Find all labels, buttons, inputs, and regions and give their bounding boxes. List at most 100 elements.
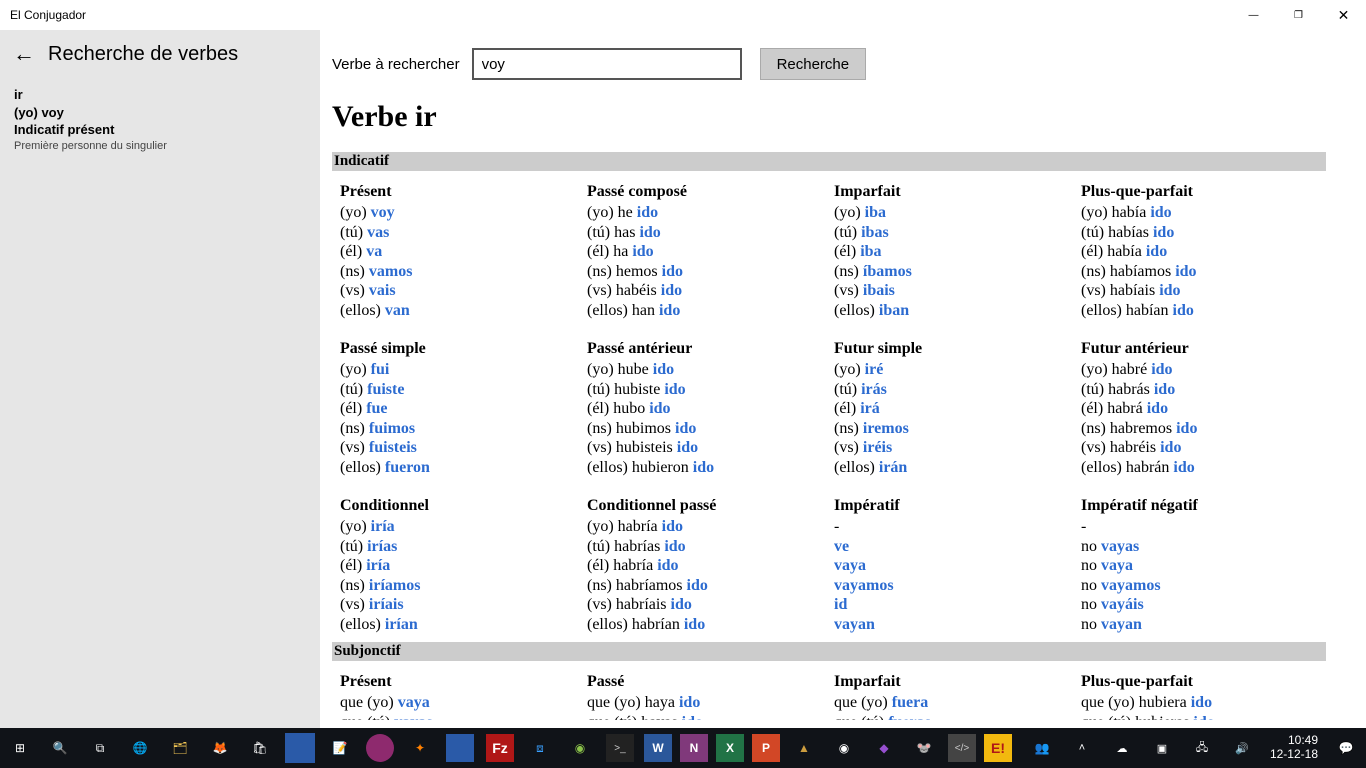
elconjugador-icon[interactable]: E! bbox=[984, 734, 1012, 762]
tray-app-icon[interactable]: ▣ bbox=[1142, 728, 1182, 768]
conjugation-line: (vs) habréis ido bbox=[1081, 438, 1318, 458]
conjugation-line: id bbox=[834, 595, 1071, 615]
tense-title: Impératif bbox=[834, 497, 1071, 515]
conjugation-line: que (yo) hubiera ido bbox=[1081, 693, 1318, 713]
tense-title: Imparfait bbox=[834, 673, 1071, 691]
minimize-button[interactable]: — bbox=[1231, 0, 1276, 30]
conjugation-line: (yo) había ido bbox=[1081, 203, 1318, 223]
tray-volume-icon[interactable]: 🔊 bbox=[1222, 728, 1262, 768]
app-icon-7[interactable]: </> bbox=[948, 734, 976, 762]
app-icon-6[interactable]: 🐭 bbox=[904, 728, 944, 768]
explorer-icon[interactable]: 🗂 bbox=[160, 728, 200, 768]
store-icon[interactable]: 🛍 bbox=[240, 728, 280, 768]
close-button[interactable]: ✕ bbox=[1321, 0, 1366, 30]
tense-title: Futur simple bbox=[834, 340, 1071, 358]
conjugation-line: (vs) habríais ido bbox=[587, 595, 824, 615]
search-input[interactable] bbox=[472, 48, 742, 80]
conjugation-line: que (tú) fueras bbox=[834, 713, 1071, 720]
conjugation-line: (él) va bbox=[340, 242, 577, 262]
conjugation-line: (vs) habéis ido bbox=[587, 281, 824, 301]
dropbox-icon[interactable]: ⧈ bbox=[520, 728, 560, 768]
tense-title: Plus-que-parfait bbox=[1081, 183, 1318, 201]
word-icon[interactable]: W bbox=[644, 734, 672, 762]
back-button[interactable]: ← bbox=[0, 41, 48, 67]
taskbar[interactable]: ⊞ 🔍 ⧉ 🌐 🗂 🦊 🛍 📝 ✦ Fz ⧈ ◉ >_ W N X P ▲ ◉ … bbox=[0, 728, 1366, 768]
conjugation-line: que (tú) hayas ido bbox=[587, 713, 824, 720]
conjugation-line: (ellos) habrán ido bbox=[1081, 458, 1318, 478]
conjugation-line: - bbox=[834, 517, 1071, 537]
conjugation-line: (yo) iré bbox=[834, 360, 1071, 380]
search-icon[interactable]: 🔍 bbox=[40, 728, 80, 768]
conjugation-line: (tú) irás bbox=[834, 380, 1071, 400]
conjugation-line: (ns) hemos ido bbox=[587, 262, 824, 282]
start-button[interactable]: ⊞ bbox=[0, 728, 40, 768]
conjugation-line: (ns) habíamos ido bbox=[1081, 262, 1318, 282]
app-icon[interactable] bbox=[285, 733, 315, 763]
firefox-icon[interactable]: 🦊 bbox=[200, 728, 240, 768]
taskview-icon[interactable]: ⧉ bbox=[80, 728, 120, 768]
conjugation-line: vayamos bbox=[834, 576, 1071, 596]
conjugation-line: (tú) ibas bbox=[834, 223, 1071, 243]
conjugation-line: (él) fue bbox=[340, 399, 577, 419]
tense-block: Futur antérieur(yo) habré ido(tú) habrás… bbox=[1081, 340, 1318, 477]
conjugation-line: (yo) habré ido bbox=[1081, 360, 1318, 380]
conjugation-line: (ellos) hubieron ido bbox=[587, 458, 824, 478]
app-icon-4[interactable] bbox=[446, 734, 474, 762]
conjugation-line: (ellos) van bbox=[340, 301, 577, 321]
chrome-icon[interactable]: ◉ bbox=[824, 728, 864, 768]
conjugation-line: (tú) irías bbox=[340, 537, 577, 557]
vs-icon[interactable]: ◆ bbox=[864, 728, 904, 768]
conjugation-line: (tú) habías ido bbox=[1081, 223, 1318, 243]
tense-block: Imparfaitque (yo) fueraque (tú) fuerasqu… bbox=[834, 673, 1071, 720]
excel-icon[interactable]: X bbox=[716, 734, 744, 762]
conjugation-line: (ellos) irán bbox=[834, 458, 1071, 478]
conjugation-line: (él) ha ido bbox=[587, 242, 824, 262]
tense-title: Présent bbox=[340, 183, 577, 201]
app-icon-3[interactable]: ✦ bbox=[400, 728, 440, 768]
conjugation-line: (él) iría bbox=[340, 556, 577, 576]
clock-time: 10:49 bbox=[1270, 734, 1318, 748]
people-icon[interactable]: 👥 bbox=[1022, 728, 1062, 768]
tray-clock[interactable]: 10:49 12-12-18 bbox=[1262, 734, 1326, 762]
window-titlebar: El Conjugador — ❐ ✕ bbox=[0, 0, 1366, 30]
action-center-icon[interactable]: 💬 bbox=[1326, 728, 1366, 768]
onenote-icon[interactable]: N bbox=[680, 734, 708, 762]
conjugation-line: ve bbox=[834, 537, 1071, 557]
result-person: Première personne du singulier bbox=[14, 139, 306, 154]
search-button[interactable]: Recherche bbox=[760, 48, 867, 80]
conjugation-line: no vayan bbox=[1081, 615, 1318, 635]
conjugation-line: (yo) fui bbox=[340, 360, 577, 380]
androidstudio-icon[interactable]: ◉ bbox=[560, 728, 600, 768]
mood-indicatif: Indicatif bbox=[332, 152, 1326, 171]
conjugation-scroll[interactable]: Verbe ir Indicatif Présent(yo) voy(tú) v… bbox=[320, 90, 1330, 720]
tray-up-icon[interactable]: ˄ bbox=[1062, 728, 1102, 768]
tense-block: Présentque (yo) vayaque (tú) vayasque (é… bbox=[340, 673, 577, 720]
conjugation-line: - bbox=[1081, 517, 1318, 537]
maximize-button[interactable]: ❐ bbox=[1276, 0, 1321, 30]
conjugation-line: (yo) he ido bbox=[587, 203, 824, 223]
conjugation-line: (él) había ido bbox=[1081, 242, 1318, 262]
conjugation-line: (ns) iremos bbox=[834, 419, 1071, 439]
conjugation-line: (ellos) fueron bbox=[340, 458, 577, 478]
filezilla-icon[interactable]: Fz bbox=[486, 734, 514, 762]
powerpoint-icon[interactable]: P bbox=[752, 734, 780, 762]
edge-icon[interactable]: 🌐 bbox=[120, 728, 160, 768]
tense-block: Plus-que-parfait (yo) había ido(tú) había… bbox=[1081, 183, 1318, 320]
conjugation-line: no vayas bbox=[1081, 537, 1318, 557]
app-icon-2[interactable] bbox=[366, 734, 394, 762]
npp-icon[interactable]: 📝 bbox=[320, 728, 360, 768]
tray-cloud-icon[interactable]: ☁ bbox=[1102, 728, 1142, 768]
conjugation-line: que (yo) vaya bbox=[340, 693, 577, 713]
terminal-icon[interactable]: >_ bbox=[606, 734, 634, 762]
conjugation-line: no vaya bbox=[1081, 556, 1318, 576]
conjugation-line: (vs) hubisteis ido bbox=[587, 438, 824, 458]
result-verb: ir bbox=[14, 86, 306, 104]
conjugation-line: que (yo) haya ido bbox=[587, 693, 824, 713]
app-icon-5[interactable]: ▲ bbox=[784, 728, 824, 768]
conjugation-line: (ellos) habían ido bbox=[1081, 301, 1318, 321]
conjugation-line: (él) hubo ido bbox=[587, 399, 824, 419]
tray-network-icon[interactable]: 🖧 bbox=[1182, 728, 1222, 768]
result-form: (yo) voy bbox=[14, 104, 306, 122]
mood-subjonctif: Subjonctif bbox=[332, 642, 1326, 661]
conjugation-line: (ns) hubimos ido bbox=[587, 419, 824, 439]
